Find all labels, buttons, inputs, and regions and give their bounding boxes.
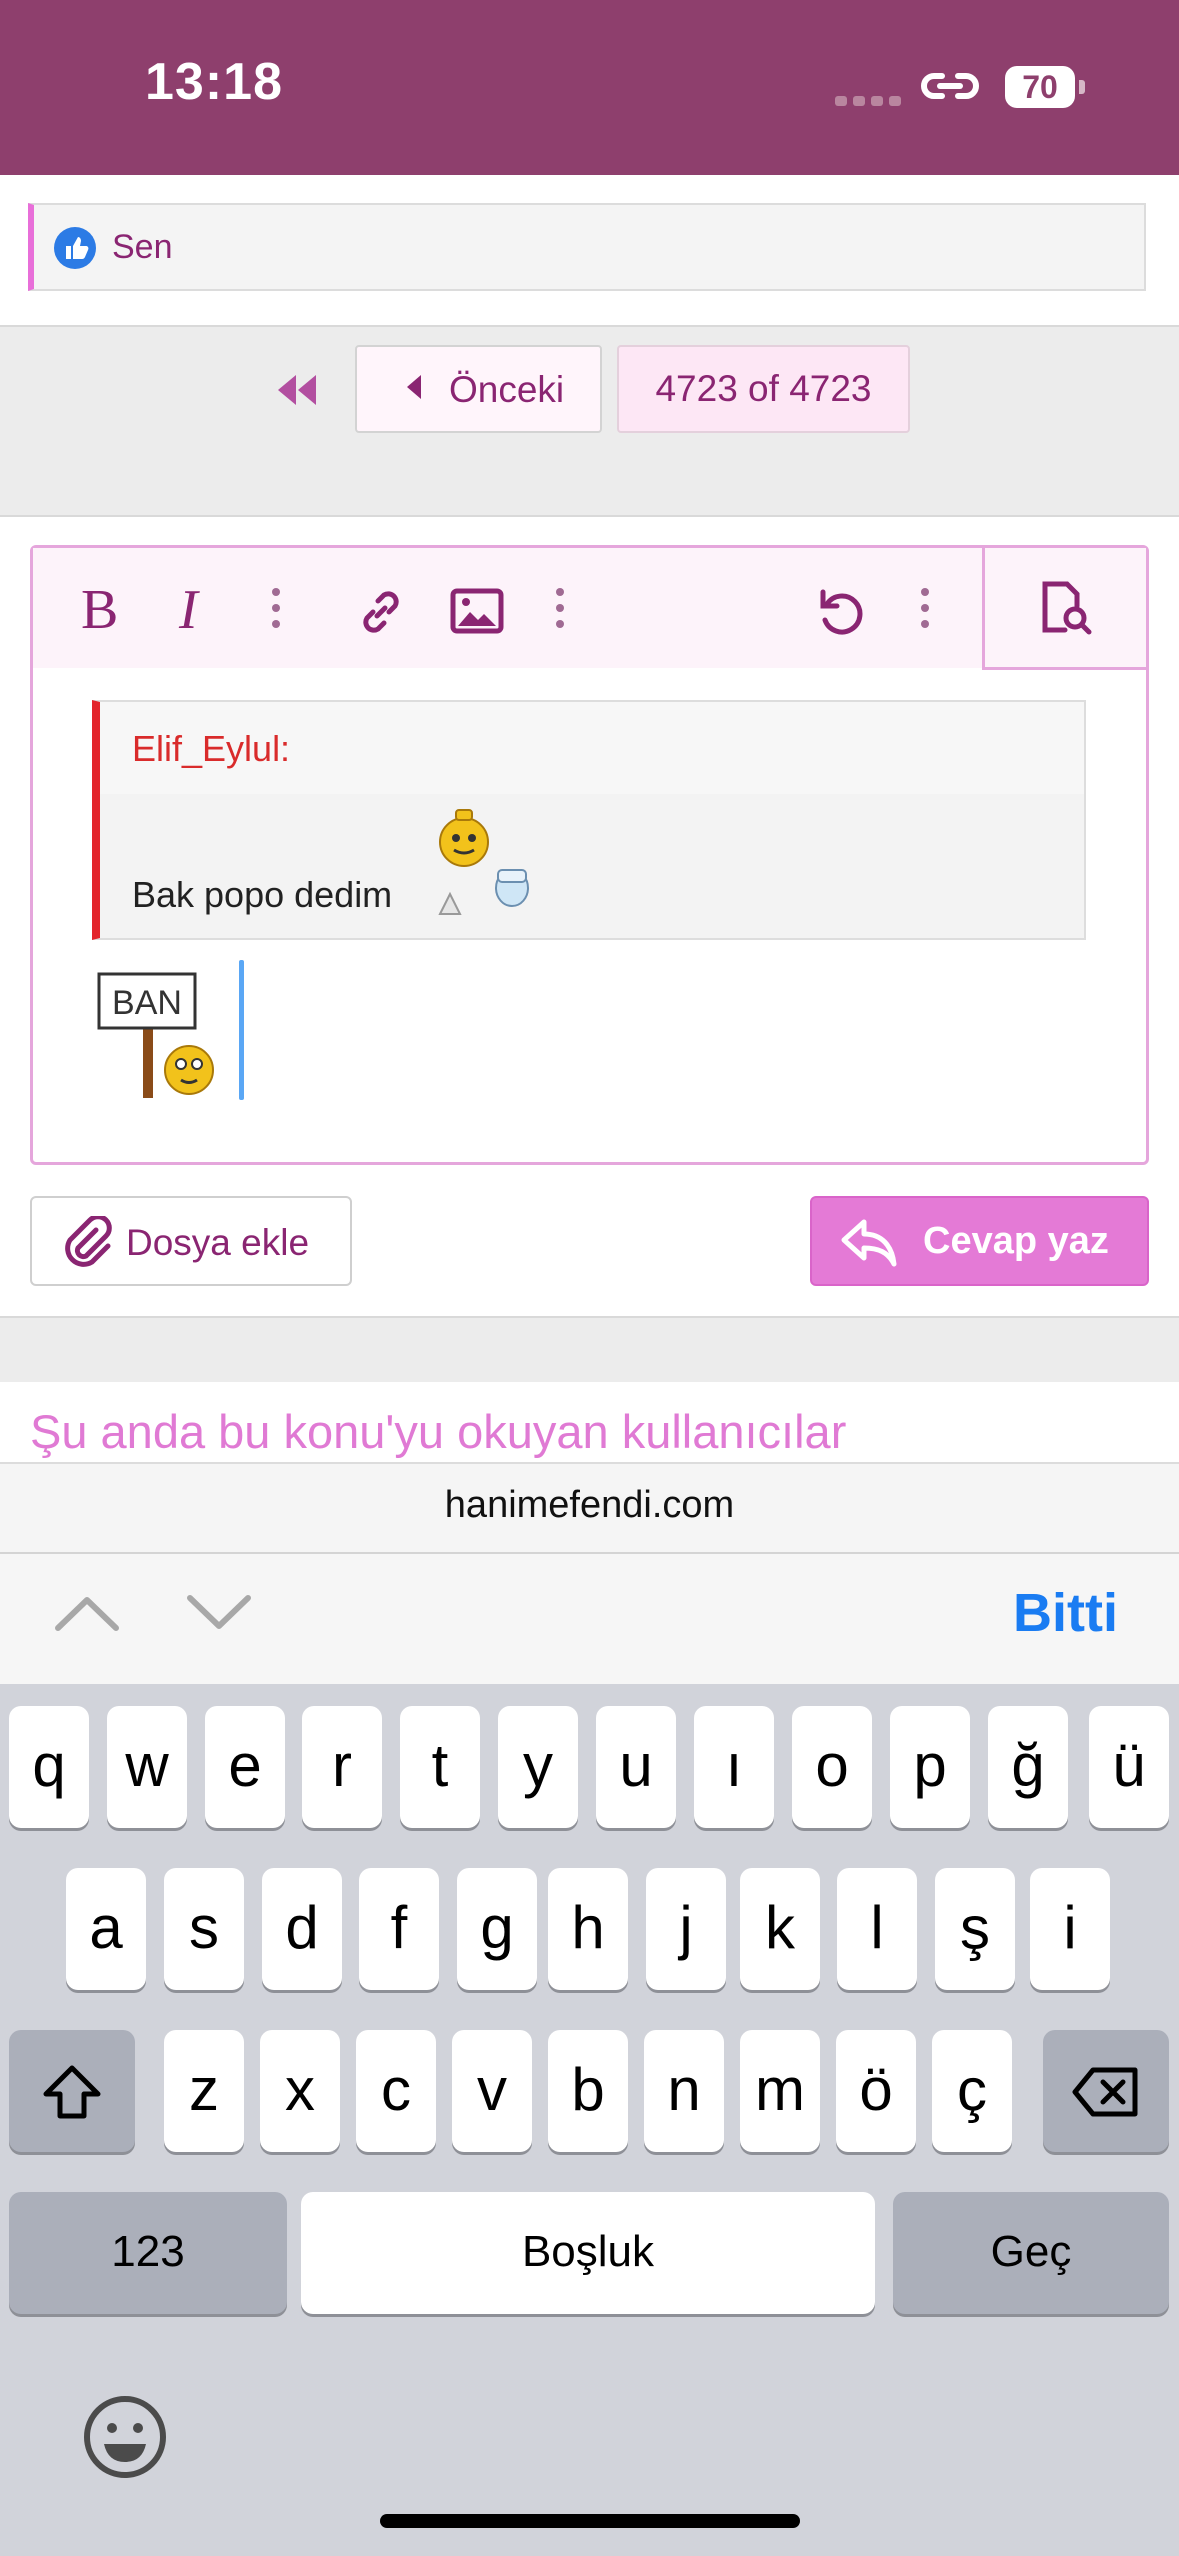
key-s[interactable]: s bbox=[164, 1868, 244, 1990]
text-cursor bbox=[239, 960, 244, 1100]
svg-text:I: I bbox=[178, 579, 200, 638]
key-dotless-i[interactable]: ı bbox=[694, 1706, 774, 1828]
key-e[interactable]: e bbox=[205, 1706, 285, 1828]
key-c-cedilla[interactable]: ç bbox=[932, 2030, 1012, 2152]
bold-icon[interactable]: B bbox=[77, 578, 127, 638]
key-j[interactable]: j bbox=[646, 1868, 726, 1990]
key-b[interactable]: b bbox=[548, 2030, 628, 2152]
chevron-up-icon[interactable] bbox=[52, 1590, 122, 1634]
key-w[interactable]: w bbox=[107, 1706, 187, 1828]
ban-sign-smiley-icon: BAN bbox=[97, 960, 227, 1100]
home-indicator bbox=[380, 2514, 800, 2528]
key-d[interactable]: d bbox=[262, 1868, 342, 1990]
thumbs-up-icon bbox=[54, 227, 96, 269]
chevron-down-icon[interactable] bbox=[184, 1590, 254, 1634]
more-vertical-icon[interactable] bbox=[270, 586, 282, 630]
key-r[interactable]: r bbox=[302, 1706, 382, 1828]
numbers-key[interactable]: 123 bbox=[9, 2192, 287, 2314]
return-key[interactable]: Geç bbox=[893, 2192, 1169, 2314]
undo-icon[interactable] bbox=[813, 584, 869, 640]
key-g[interactable]: g bbox=[457, 1868, 537, 1990]
key-k[interactable]: k bbox=[740, 1868, 820, 1990]
paperclip-icon bbox=[62, 1216, 112, 1270]
previous-page-label: Önceki bbox=[449, 369, 565, 410]
key-m[interactable]: m bbox=[740, 2030, 820, 2152]
key-g-breve[interactable]: ğ bbox=[988, 1706, 1068, 1828]
key-u-umlaut[interactable]: ü bbox=[1089, 1706, 1169, 1828]
key-v[interactable]: v bbox=[452, 2030, 532, 2152]
key-o[interactable]: o bbox=[792, 1706, 872, 1828]
key-h[interactable]: h bbox=[548, 1868, 628, 1990]
reply-arrow-icon bbox=[840, 1216, 900, 1270]
smiley-toilet-paper-icon bbox=[432, 808, 532, 918]
document-search-icon bbox=[1035, 578, 1095, 638]
key-t[interactable]: t bbox=[400, 1706, 480, 1828]
previous-page-button[interactable]: Önceki bbox=[355, 345, 602, 433]
battery-level: 70 bbox=[1022, 69, 1058, 105]
backspace-key[interactable] bbox=[1043, 2030, 1169, 2152]
status-time: 13:18 bbox=[145, 53, 283, 111]
readers-heading: Şu anda bu konu'yu okuyan kullanıcılar bbox=[30, 1405, 847, 1458]
quote-author[interactable]: Elif_Eylul: bbox=[132, 728, 290, 770]
key-f[interactable]: f bbox=[359, 1868, 439, 1990]
battery-icon: 70 bbox=[1005, 66, 1087, 110]
first-page-button[interactable] bbox=[272, 365, 322, 415]
keyboard-accessory-bar bbox=[0, 1552, 1179, 1686]
preview-button[interactable] bbox=[982, 548, 1146, 670]
key-a[interactable]: a bbox=[66, 1868, 146, 1990]
reply-label[interactable]: Cevap yaz bbox=[923, 1220, 1109, 1263]
key-p[interactable]: p bbox=[890, 1706, 970, 1828]
italic-icon[interactable]: I bbox=[173, 578, 223, 638]
key-l[interactable]: l bbox=[837, 1868, 917, 1990]
key-i[interactable]: i bbox=[1030, 1868, 1110, 1990]
done-button[interactable]: Bitti bbox=[1013, 1582, 1118, 1644]
attach-file-label[interactable]: Dosya ekle bbox=[126, 1222, 309, 1264]
image-icon[interactable] bbox=[450, 588, 504, 634]
likes-bar[interactable] bbox=[28, 203, 1146, 291]
space-key[interactable]: Boşluk bbox=[301, 2192, 875, 2314]
section-divider bbox=[0, 1316, 1179, 1384]
domain-label[interactable]: hanimefendi.com bbox=[0, 1484, 1179, 1527]
likes-text[interactable]: Sen bbox=[112, 228, 173, 267]
key-z[interactable]: z bbox=[164, 2030, 244, 2152]
keyboard: q w e r t y u ı o p ğ ü a s d f g h j k … bbox=[0, 1684, 1179, 2556]
personal-hotspot-icon bbox=[920, 66, 980, 106]
caret-left-icon bbox=[407, 375, 421, 399]
key-q[interactable]: q bbox=[9, 1706, 89, 1828]
link-icon[interactable] bbox=[353, 584, 409, 640]
key-u[interactable]: u bbox=[596, 1706, 676, 1828]
more-vertical-icon[interactable] bbox=[919, 586, 931, 630]
shift-key[interactable] bbox=[9, 2030, 135, 2152]
cellular-signal-icon bbox=[835, 93, 923, 106]
editor-toolbar: B I bbox=[33, 548, 983, 668]
key-o-umlaut[interactable]: ö bbox=[836, 2030, 916, 2152]
quote-text: Bak popo dedim bbox=[132, 874, 393, 915]
key-x[interactable]: x bbox=[260, 2030, 340, 2152]
more-vertical-icon[interactable] bbox=[554, 586, 566, 630]
page-indicator[interactable]: 4723 of 4723 bbox=[617, 345, 910, 433]
key-s-cedilla[interactable]: ş bbox=[935, 1868, 1015, 1990]
emoji-icon[interactable] bbox=[82, 2394, 168, 2480]
key-n[interactable]: n bbox=[644, 2030, 724, 2152]
key-y[interactable]: y bbox=[498, 1706, 578, 1828]
svg-text:B: B bbox=[81, 579, 118, 638]
key-c[interactable]: c bbox=[356, 2030, 436, 2152]
svg-text:BAN: BAN bbox=[112, 984, 182, 1022]
